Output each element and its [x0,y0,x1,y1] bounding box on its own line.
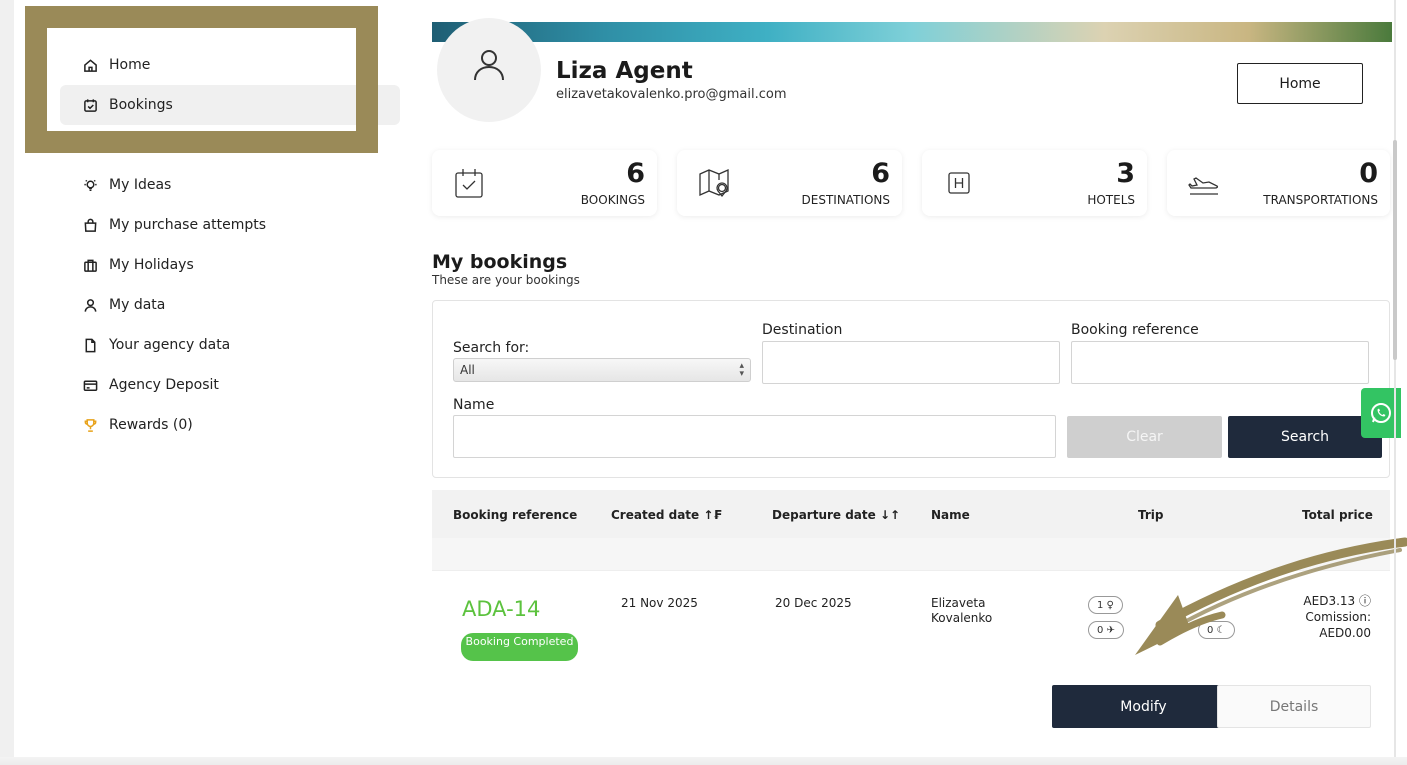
profile-email: elizavetakovalenko.pro@gmail.com [556,87,787,102]
created-date-cell: 21 Nov 2025 [621,596,698,610]
booking-reference-link[interactable]: ADA-14 [462,597,540,621]
profile-name: Liza Agent [556,58,693,84]
map-pin-icon [697,166,731,200]
stat-card-destinations: 6 DESTINATIONS [677,150,902,216]
row-divider [432,570,1390,571]
sidebar-item-bookings[interactable]: Bookings [60,85,400,125]
page-title: My bookings [432,251,568,273]
sidebar: Home Bookings My Ideas My purchase attem… [60,45,400,445]
lightbulb-icon [82,177,98,193]
column-total-price: Total price [1302,508,1373,522]
stat-card-bookings: 6 BOOKINGS [432,150,657,216]
name-input[interactable] [453,415,1056,458]
hotel-icon [942,166,976,200]
column-departure-date[interactable]: Departure date ↓↑ [772,508,900,522]
booking-reference-label: Booking reference [1071,322,1199,338]
user-icon [474,50,504,81]
destination-input[interactable] [762,341,1060,384]
avatar [437,18,541,122]
sidebar-item-purchase-attempts[interactable]: My purchase attempts [60,205,400,245]
sidebar-item-label: My Holidays [109,257,194,273]
sidebar-item-label: My data [109,297,166,313]
commission-value: AED0.00 [1319,626,1371,640]
column-booking-reference: Booking reference [453,508,578,522]
sidebar-item-my-ideas[interactable]: My Ideas [60,165,400,205]
shopping-bag-icon [82,217,98,233]
clear-button[interactable]: Clear [1067,416,1222,458]
trip-pill-flights: 0 ✈ [1088,621,1124,639]
column-trip: Trip [1138,508,1164,522]
sidebar-item-label: Agency Deposit [109,377,219,393]
sidebar-item-my-holidays[interactable]: My Holidays [60,245,400,285]
stat-card-transportations: 0 TRANSPORTATIONS [1167,150,1390,216]
sidebar-item-label: My Ideas [109,177,172,193]
table-filter-row [432,538,1390,570]
stat-label: DESTINATIONS [801,193,890,207]
home-button[interactable]: Home [1237,63,1363,104]
traveler-last-name: Kovalenko [931,611,993,625]
column-created-date[interactable]: Created date ↑₣ [611,508,722,522]
booking-reference-input[interactable] [1071,341,1369,384]
sidebar-item-my-data[interactable]: My data [60,285,400,325]
calendar-check-icon [452,166,486,200]
destination-label: Destination [762,322,843,338]
hidden-icon [82,137,98,153]
sidebar-item-label: My purchase attempts [109,217,267,233]
scrollbar-track[interactable] [1394,0,1396,765]
card-icon [82,377,98,393]
stat-card-hotels: 3 HOTELS [922,150,1147,216]
document-icon [82,337,98,353]
stat-value: 0 [1359,158,1378,189]
stat-value: 6 [871,158,890,189]
sidebar-item-label: Bookings [109,97,173,113]
sidebar-item-agency-deposit[interactable]: Agency Deposit [60,365,400,405]
cover-banner [432,22,1392,42]
search-button[interactable]: Search [1228,416,1382,458]
stat-value: 6 [626,158,645,189]
stat-label: BOOKINGS [580,193,645,207]
trophy-icon [82,417,98,433]
departure-date-cell: 20 Dec 2025 [775,596,852,610]
price-value: AED3.13 ⓘ [1303,594,1371,608]
status-badge: Booking Completed [461,633,578,661]
traveler-first-name: Elizaveta [931,596,986,610]
trip-pill-travelers: 1 ♀ [1088,596,1123,614]
name-label: Name [453,397,495,413]
sidebar-item-label: Home [109,57,151,73]
home-icon [82,57,98,73]
sidebar-item-rewards[interactable]: Rewards (0) [60,405,400,445]
sidebar-item-hidden[interactable] [60,125,400,165]
commission-label: Comission: [1305,610,1371,624]
total-price-cell: AED3.13 ⓘ Comission: AED0.00 [1303,593,1371,641]
search-for-select[interactable]: All ▴ ▾ [453,358,751,382]
sidebar-item-label: Rewards (0) [109,417,193,433]
sidebar-item-home[interactable]: Home [60,45,400,85]
whatsapp-icon [1371,403,1391,423]
scrollbar-thumb[interactable] [1393,140,1397,360]
search-for-label: Search for: [453,340,530,356]
bottom-edge [0,757,1407,765]
trip-pill-nights: 0 ☾ [1198,621,1235,639]
search-for-value: All [460,363,475,377]
page-subtitle: These are your bookings [432,273,580,287]
column-name: Name [931,508,970,522]
plane-icon [1187,166,1221,200]
sidebar-item-agency-data[interactable]: Your agency data [60,325,400,365]
left-edge [0,0,14,765]
suitcase-icon [82,257,98,273]
modify-button[interactable]: Modify [1052,685,1235,728]
stat-value: 3 [1116,158,1135,189]
user-icon [82,297,98,313]
select-arrows-icon: ▴ ▾ [739,361,744,379]
stat-label: HOTELS [1087,193,1135,207]
sidebar-item-label: Your agency data [109,337,231,353]
app-window: Home Bookings My Ideas My purchase attem… [0,0,1407,765]
calendar-check-icon [82,97,98,113]
details-button[interactable]: Details [1217,685,1371,728]
stat-label: TRANSPORTATIONS [1263,193,1378,207]
